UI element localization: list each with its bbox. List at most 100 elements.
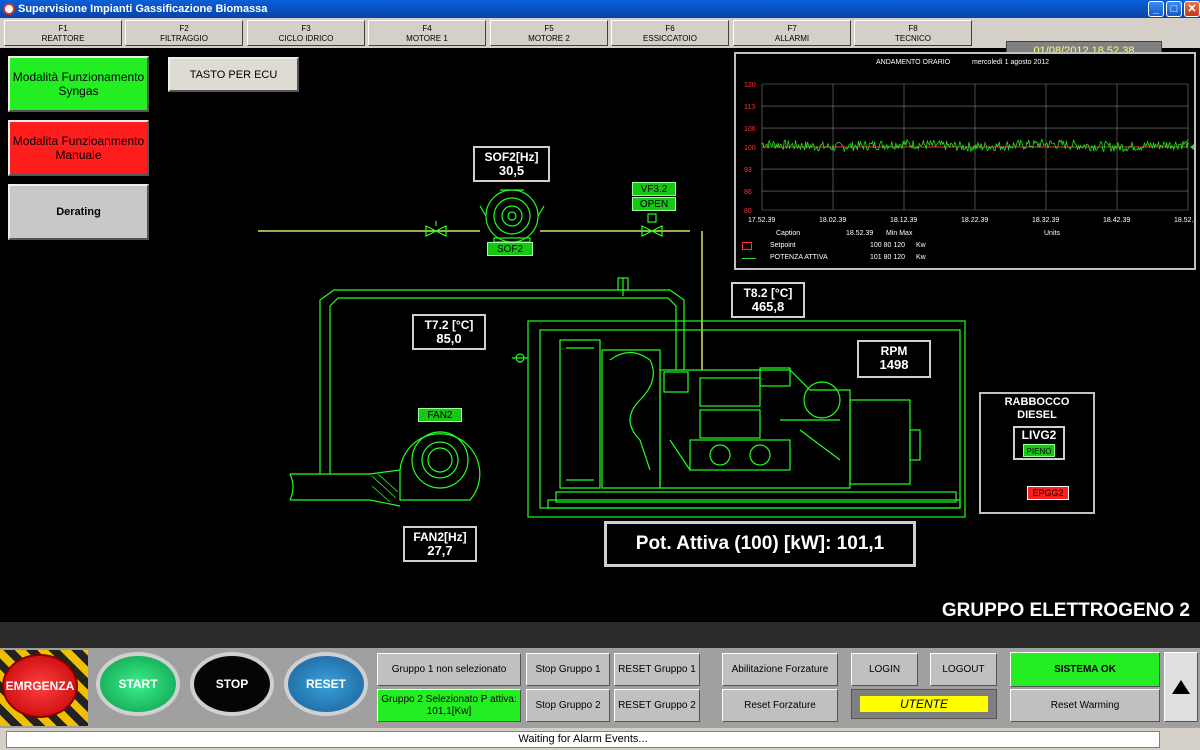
- sof2-label: SOF2[Hz]: [484, 150, 539, 164]
- t82-value: 465,8: [751, 299, 785, 314]
- t72-label: T7.2 [°C]: [424, 318, 474, 332]
- utente-frame: UTENTE: [851, 689, 997, 719]
- scroll-up-button[interactable]: [1164, 652, 1198, 722]
- sof2-frequency-box: SOF2[Hz] 30,5: [473, 146, 550, 182]
- minimize-button[interactable]: _: [1148, 1, 1164, 17]
- vf32-tag[interactable]: VF3.2: [632, 182, 676, 196]
- trend-x-tick: 18.02.39: [819, 217, 846, 224]
- gruppo1-status[interactable]: Gruppo 1 non selezionato: [377, 653, 521, 686]
- legend-setpoint-name: Setpoint: [770, 242, 796, 249]
- legend-potenza-swatch: [742, 258, 756, 259]
- reset-warming-button[interactable]: Reset Warming: [1010, 689, 1160, 722]
- reset-gruppo1-button[interactable]: RESET Gruppo 1: [614, 653, 700, 686]
- trend-x-tick: 17.52.39: [748, 217, 775, 224]
- trend-y-tick: 80: [744, 208, 752, 215]
- stop-gruppo2-button[interactable]: Stop Gruppo 2: [526, 689, 610, 722]
- derating-button[interactable]: Derating: [8, 184, 149, 240]
- legend-potenza-name: POTENZA ATTIVA: [770, 254, 828, 261]
- legend-setpoint-unit: Kw: [916, 242, 926, 249]
- arrow-up-icon: [1172, 680, 1190, 694]
- stop-gruppo1-button[interactable]: Stop Gruppo 1: [526, 653, 610, 686]
- alarm-status-message: Waiting for Alarm Events...: [6, 731, 1160, 748]
- stop-button[interactable]: STOP: [190, 652, 274, 716]
- mode-manual-button[interactable]: Modalita Funzioanmento Manuale: [8, 120, 149, 176]
- trend-y-tick: 113: [744, 104, 755, 111]
- login-button[interactable]: LOGIN: [851, 653, 918, 686]
- fkey-essiccatoio[interactable]: F6 ESSICCATOIO: [611, 20, 729, 46]
- trend-x-tick: 18.12.39: [890, 217, 917, 224]
- emergency-button[interactable]: EMRGENZA: [2, 654, 78, 718]
- window-title: Supervisione Impianti Gassificazione Bio…: [18, 3, 268, 15]
- gruppo2-status[interactable]: Gruppo 2 Selezionato P attiva: 101,1[Kw]: [377, 689, 521, 722]
- legend-potenza-unit: Kw: [916, 254, 926, 261]
- sof2-tag[interactable]: SOF2: [487, 242, 533, 256]
- trend-point-potenza-attiva: [832, 146, 834, 148]
- rpm-box: RPM 1498: [857, 340, 931, 378]
- fkey-motore-2[interactable]: F5 MOTORE 2: [490, 20, 608, 46]
- reset-forzature-button[interactable]: Reset Forzature: [722, 689, 838, 722]
- reset-gruppo2-button[interactable]: RESET Gruppo 2: [614, 689, 700, 722]
- abilitazione-forzature-button[interactable]: Abilitazione Forzature: [722, 653, 838, 686]
- rpm-label: RPM: [880, 344, 908, 358]
- epgg2-indicator[interactable]: EPGG2: [1027, 486, 1069, 500]
- separator-band: [0, 622, 1200, 648]
- sof2-blower-icon: [479, 189, 545, 243]
- fan2-tag[interactable]: FAN2: [418, 408, 462, 422]
- trend-x-tick: 18.22.39: [961, 217, 988, 224]
- trend-caption: Caption: [776, 230, 801, 237]
- fkey-reattore[interactable]: F1 REATTORE: [4, 20, 122, 46]
- gruppo-title: GRUPPO ELETTROGENO 2: [941, 600, 1190, 621]
- vf32-state: OPEN: [632, 197, 676, 211]
- trend-y-tick: 86: [744, 189, 752, 196]
- tasto-ecu-button[interactable]: TASTO PER ECU: [168, 57, 299, 92]
- legend-setpoint-swatch: [742, 242, 752, 250]
- utente-display: UTENTE: [860, 696, 988, 712]
- potenza-attiva-display: Pot. Attiva (100) [kW]: 101,1: [604, 521, 916, 567]
- trend-point-potenza-attiva: [1045, 143, 1047, 145]
- valve-vf32-icon: [641, 213, 663, 237]
- legend-setpoint-minmax: 100 80 120: [870, 242, 906, 249]
- t82-label: T8.2 [°C]: [743, 286, 793, 300]
- reset-button[interactable]: RESET: [284, 652, 368, 716]
- fan2-icon: [289, 431, 481, 507]
- trend-plot: 120 113 106 100 93 86 80 17.52.39 18.02.39 18.12.…: [744, 82, 1194, 224]
- t72-temperature-box: T7.2 [°C] 85,0: [412, 314, 486, 350]
- maximize-button[interactable]: □: [1166, 1, 1182, 17]
- close-button[interactable]: ✕: [1184, 1, 1200, 17]
- start-button[interactable]: START: [96, 652, 180, 716]
- trend-caption-time: 18.52.39: [846, 230, 874, 237]
- trend-y-tick: 120: [744, 82, 756, 89]
- logout-button[interactable]: LOGOUT: [930, 653, 997, 686]
- valve-left-icon: [425, 221, 447, 237]
- mode-syngas-button[interactable]: Modalità Funzionamento Syngas: [8, 56, 149, 112]
- t82-temperature-box: T8.2 [°C] 465,8: [731, 282, 805, 318]
- trend-x-tick: 18.52.39: [1174, 217, 1194, 224]
- trend-point-potenza-attiva: [1187, 143, 1189, 145]
- trend-cursor-marker: [1190, 144, 1194, 150]
- livg2-label: LIVG2: [1021, 428, 1057, 442]
- rabbocco-diesel-panel: RABBOCCO DIESEL LIVG2 PIENO EPGG2: [979, 392, 1095, 514]
- fkey-allarmi[interactable]: F7 ALLARMI: [733, 20, 851, 46]
- trend-point-potenza-attiva: [903, 143, 905, 145]
- fan2-label: FAN2[Hz]: [413, 530, 467, 544]
- trend-units-header: Units: [1044, 230, 1060, 237]
- fkey-motore-1[interactable]: F4 MOTORE 1: [368, 20, 486, 46]
- trend-x-tick: 18.32.39: [1032, 217, 1059, 224]
- window-titlebar: Supervisione Impianti Gassificazione Bio…: [0, 0, 1200, 18]
- sistema-ok-indicator[interactable]: SISTEMA OK: [1010, 652, 1160, 687]
- trend-y-tick: 93: [744, 167, 752, 174]
- sof2-value: 30,5: [498, 163, 525, 178]
- legend-potenza-minmax: 101 80 120: [870, 254, 906, 261]
- rpm-value: 1498: [879, 357, 909, 372]
- trend-point-potenza-attiva: [974, 146, 976, 148]
- status-bar: Waiting for Alarm Events...: [0, 728, 1200, 750]
- trend-y-tick: 100: [744, 145, 756, 152]
- livg2-box: LIVG2 PIENO: [1013, 426, 1065, 460]
- trend-point-potenza-attiva: [761, 143, 763, 145]
- function-key-bar: F1 REATTORE F2 FILTRAGGIO F3 CICLO IDRICO F…: [0, 18, 1200, 61]
- fkey-filtraggio[interactable]: F2 FILTRAGGIO: [125, 20, 243, 46]
- fan2-value: 27,7: [427, 543, 453, 558]
- trend-point-potenza-attiva: [1116, 146, 1118, 148]
- fkey-tecnico[interactable]: F8 TECNICO: [854, 20, 972, 46]
- fkey-ciclo-idrico[interactable]: F3 CICLO IDRICO: [247, 20, 365, 46]
